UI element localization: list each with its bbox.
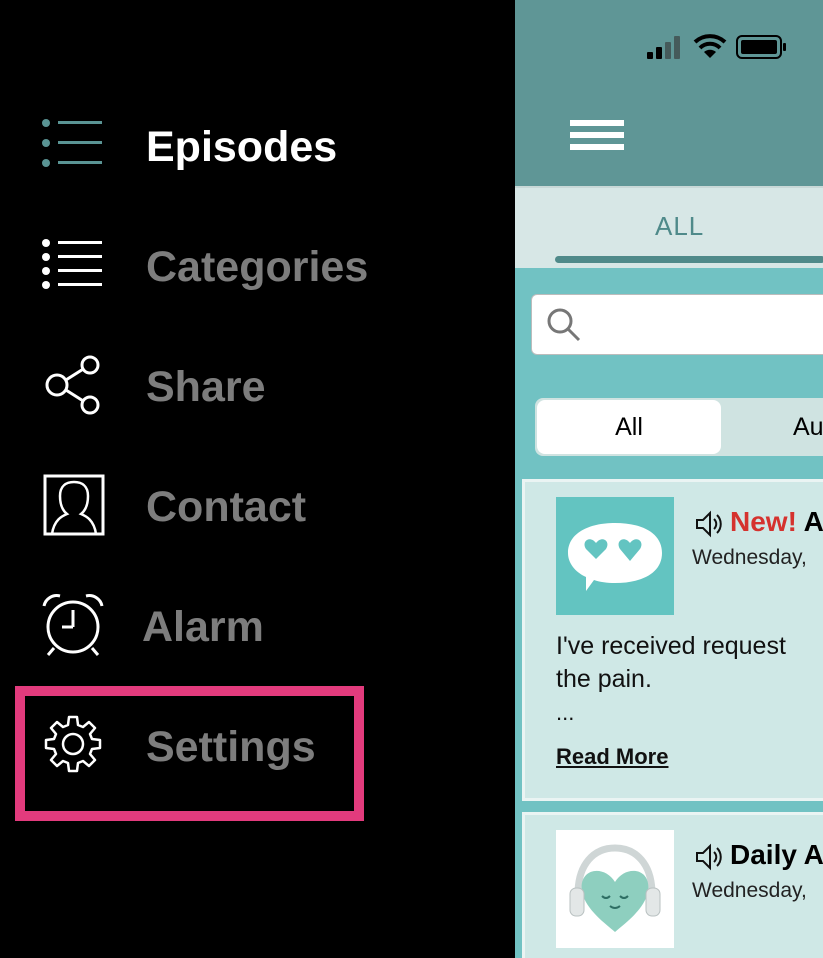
menu-item-alarm[interactable]: Alarm xyxy=(0,575,515,675)
menu-label-alarm: Alarm xyxy=(142,603,264,651)
filter-segmented-control: All Au xyxy=(535,398,823,456)
episode-date: Wednesday, xyxy=(692,546,807,569)
app-content: ALL All Au New! A Wednesday, I've receiv… xyxy=(515,0,823,958)
settings-highlight-box xyxy=(15,686,364,821)
menu-item-episodes[interactable]: Episodes xyxy=(0,95,515,195)
speech-heart-thumbnail xyxy=(556,497,674,615)
episode-title: Daily A xyxy=(730,839,823,870)
menu-label-categories: Categories xyxy=(146,243,369,291)
signal-icon xyxy=(647,36,680,59)
list-icon xyxy=(42,119,102,167)
menu-item-share[interactable]: Share xyxy=(0,335,515,435)
excerpt-line: I've received request xyxy=(556,632,786,660)
wifi-icon xyxy=(693,34,727,58)
battery-icon xyxy=(736,35,786,59)
tab-indicator xyxy=(555,256,823,263)
contact-icon xyxy=(43,474,105,536)
top-bar xyxy=(515,0,823,186)
speaker-icon xyxy=(696,510,722,538)
episode-card[interactable]: New! A Wednesday, I've received request … xyxy=(522,479,823,801)
alarm-clock-icon xyxy=(42,594,104,656)
search-input[interactable] xyxy=(531,294,823,355)
status-bar-icons xyxy=(647,34,786,59)
navigation-drawer: Episodes Categories Share Contact Alarm … xyxy=(0,0,515,958)
read-more-link[interactable]: Read More xyxy=(556,744,668,770)
tab-bar: ALL xyxy=(515,186,823,268)
episode-title: New! A xyxy=(730,506,823,538)
tab-all[interactable]: ALL xyxy=(655,211,775,242)
menu-label-contact: Contact xyxy=(146,483,307,531)
share-icon xyxy=(45,355,100,415)
episode-date: Wednesday, xyxy=(692,879,807,902)
segment-audio[interactable]: Au xyxy=(793,398,823,456)
menu-item-categories[interactable]: Categories xyxy=(0,215,515,315)
excerpt-ellipsis: ... xyxy=(556,700,575,725)
menu-item-contact[interactable]: Contact xyxy=(0,455,515,555)
excerpt-line: the pain. xyxy=(556,665,652,693)
menu-label-share: Share xyxy=(146,363,266,411)
heart-headphones-thumbnail xyxy=(556,830,674,948)
speaker-icon xyxy=(696,843,722,871)
menu-label-episodes: Episodes xyxy=(146,123,338,171)
hamburger-menu-button[interactable] xyxy=(570,120,624,156)
episode-excerpt: I've received request the pain. xyxy=(556,630,823,696)
new-badge: New! xyxy=(730,506,797,537)
list-icon xyxy=(42,239,102,289)
search-icon xyxy=(547,308,581,342)
episode-title-text: A xyxy=(803,506,823,537)
episode-card[interactable]: Daily A Wednesday, xyxy=(522,812,823,958)
segment-all[interactable]: All xyxy=(537,400,721,454)
